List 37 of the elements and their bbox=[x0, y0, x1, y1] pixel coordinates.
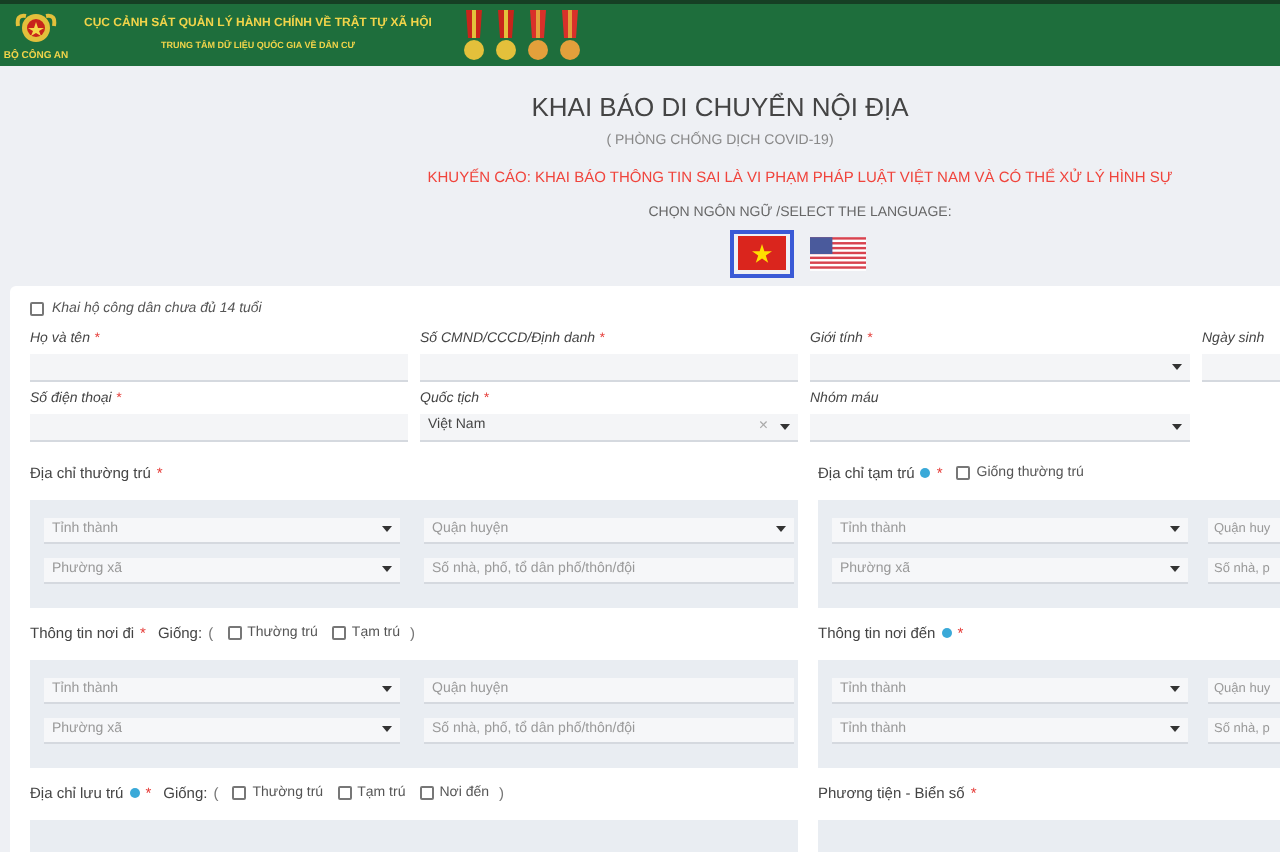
info-icon[interactable] bbox=[941, 628, 952, 639]
checkbox[interactable] bbox=[331, 626, 346, 641]
checkbox[interactable] bbox=[337, 786, 352, 801]
dropdown-caret-icon bbox=[1170, 726, 1180, 733]
medal-icon bbox=[527, 9, 548, 61]
input-field[interactable] bbox=[30, 413, 408, 442]
input-field[interactable] bbox=[420, 353, 798, 382]
input-field[interactable] bbox=[30, 353, 408, 382]
medal-icon bbox=[495, 9, 516, 61]
info-icon[interactable] bbox=[129, 788, 140, 799]
checkbox[interactable] bbox=[956, 466, 971, 481]
checkbox[interactable] bbox=[30, 302, 44, 317]
page-title: KHAI BÁO DI CHUYỂN NỘI ĐỊA bbox=[531, 90, 909, 126]
dropdown-caret-icon bbox=[1172, 363, 1182, 370]
clear-button[interactable]: × bbox=[758, 414, 768, 439]
dropdown-caret-icon bbox=[382, 526, 392, 533]
checkbox[interactable] bbox=[232, 786, 247, 801]
dropdown-caret-icon bbox=[382, 726, 392, 733]
dropdown-caret-icon bbox=[780, 423, 790, 430]
vietnam-flag-icon bbox=[738, 236, 786, 271]
medal-icon bbox=[559, 9, 580, 61]
medal-icon bbox=[463, 9, 484, 61]
checkbox[interactable] bbox=[419, 786, 434, 801]
dropdown-caret-icon bbox=[382, 566, 392, 573]
dropdown-caret-icon bbox=[776, 526, 786, 533]
language-button[interactable] bbox=[730, 229, 794, 278]
info-icon[interactable] bbox=[920, 468, 931, 479]
dropdown-caret-icon bbox=[1170, 566, 1180, 573]
dropdown-caret-icon bbox=[382, 686, 392, 693]
select-field[interactable] bbox=[810, 353, 1190, 382]
dropdown-caret-icon bbox=[1172, 423, 1182, 430]
checkbox[interactable] bbox=[227, 626, 242, 641]
select-field[interactable] bbox=[810, 413, 1190, 442]
dropdown-caret-icon bbox=[1170, 686, 1180, 693]
input-field[interactable] bbox=[1202, 353, 1280, 382]
dropdown-caret-icon bbox=[1170, 526, 1180, 533]
usa-flag-icon bbox=[810, 235, 866, 272]
